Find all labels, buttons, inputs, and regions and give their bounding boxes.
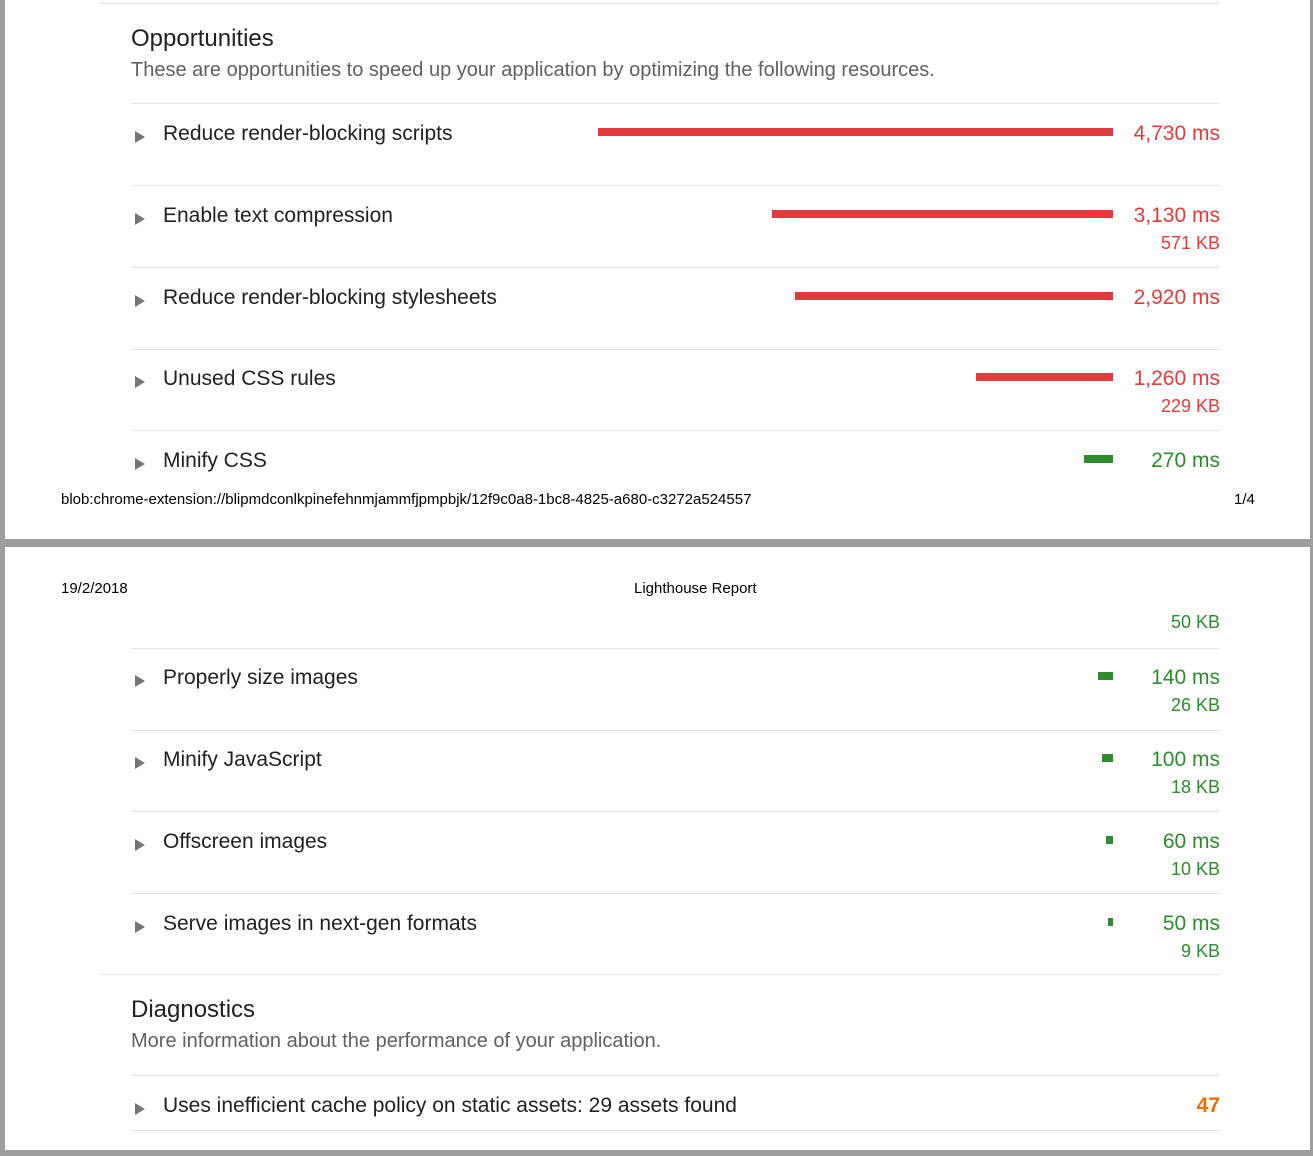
- print-page-number: 1/4: [1234, 491, 1255, 508]
- savings-kb: 18 KB: [1170, 777, 1220, 797]
- opportunity-row[interactable]: Reduce render-blocking stylesheets 2,920…: [131, 286, 1220, 348]
- opportunity-title: Minify JavaScript: [163, 748, 322, 771]
- savings-ms: 50 ms: [1162, 912, 1220, 935]
- print-page-2: 19/2/2018 Lighthouse Report 50 KB Proper…: [5, 547, 1310, 1150]
- divider: [131, 893, 1220, 894]
- divider: [131, 267, 1220, 268]
- opportunity-title: Enable text compression: [163, 204, 393, 227]
- savings-kb: 10 KB: [1170, 859, 1220, 879]
- divider: [131, 103, 1220, 104]
- expand-arrow-icon[interactable]: [135, 921, 145, 933]
- divider: [99, 974, 1220, 975]
- diagnostic-title: Uses inefficient cache policy on static …: [163, 1094, 737, 1117]
- opportunity-row[interactable]: Reduce render-blocking scripts 4,730 ms: [131, 122, 1220, 184]
- divider: [131, 1075, 1220, 1076]
- divider: [99, 3, 1220, 4]
- print-page-1: Opportunities These are opportunities to…: [5, 0, 1310, 539]
- savings-ms: 140 ms: [1151, 666, 1220, 689]
- print-header-title: Lighthouse Report: [634, 580, 757, 597]
- expand-arrow-icon[interactable]: [135, 295, 145, 307]
- print-header-date: 19/2/2018: [61, 580, 128, 597]
- opportunities-title: Opportunities: [131, 25, 274, 52]
- expand-arrow-icon[interactable]: [135, 131, 145, 143]
- diagnostic-value: 47: [1196, 1094, 1220, 1117]
- divider: [131, 730, 1220, 731]
- opportunity-title: Reduce render-blocking stylesheets: [163, 286, 497, 309]
- divider: [131, 1130, 1220, 1131]
- expand-arrow-icon[interactable]: [135, 213, 145, 225]
- expand-arrow-icon[interactable]: [135, 458, 145, 470]
- expand-arrow-icon[interactable]: [135, 1103, 145, 1115]
- savings-bar: [1106, 836, 1113, 844]
- savings-ms: 3,130 ms: [1133, 204, 1220, 227]
- divider: [131, 185, 1220, 186]
- opportunities-description: These are opportunities to speed up your…: [131, 59, 935, 81]
- opportunity-row[interactable]: Properly size images 140 ms 26 KB: [131, 666, 1220, 728]
- savings-kb: 229 KB: [1160, 396, 1220, 416]
- print-footer-url: blob:chrome-extension://blipmdconlkpinef…: [61, 491, 752, 508]
- diagnostic-row[interactable]: Uses inefficient cache policy on static …: [131, 1094, 1220, 1156]
- savings-ms: 4,730 ms: [1133, 122, 1220, 145]
- savings-bar: [1108, 918, 1113, 926]
- savings-ms: 60 ms: [1162, 830, 1220, 853]
- divider: [131, 349, 1220, 350]
- opportunity-title: Reduce render-blocking scripts: [163, 122, 453, 145]
- opportunity-title: Properly size images: [163, 666, 358, 689]
- savings-kb: 26 KB: [1170, 695, 1220, 715]
- divider: [131, 648, 1220, 649]
- savings-bar: [1084, 455, 1113, 463]
- expand-arrow-icon[interactable]: [135, 839, 145, 851]
- divider: [131, 811, 1220, 812]
- divider: [131, 430, 1220, 431]
- diagnostics-title: Diagnostics: [131, 996, 256, 1023]
- savings-ms: 270 ms: [1151, 449, 1220, 472]
- opportunity-title: Serve images in next-gen formats: [163, 912, 477, 935]
- expand-arrow-icon[interactable]: [135, 675, 145, 687]
- savings-kb: 9 KB: [1180, 941, 1220, 961]
- savings-kb: 50 KB: [1170, 612, 1220, 632]
- expand-arrow-icon[interactable]: [135, 376, 145, 388]
- expand-arrow-icon[interactable]: [135, 757, 145, 769]
- savings-ms: 100 ms: [1151, 748, 1220, 771]
- savings-bar: [795, 292, 1113, 300]
- opportunity-title: Minify CSS: [163, 449, 267, 472]
- opportunity-row[interactable]: Offscreen images 60 ms 10 KB: [131, 830, 1220, 892]
- savings-bar: [976, 373, 1113, 381]
- savings-bar: [1098, 672, 1113, 680]
- savings-bar: [772, 210, 1113, 218]
- opportunity-row[interactable]: Serve images in next-gen formats 50 ms 9…: [131, 912, 1220, 974]
- savings-bar: [598, 128, 1113, 136]
- opportunity-row[interactable]: Unused CSS rules 1,260 ms 229 KB: [131, 367, 1220, 429]
- opportunity-row[interactable]: Minify JavaScript 100 ms 18 KB: [131, 748, 1220, 810]
- opportunity-row[interactable]: Enable text compression 3,130 ms 571 KB: [131, 204, 1220, 266]
- savings-bar: [1102, 754, 1113, 762]
- opportunity-title: Unused CSS rules: [163, 367, 336, 390]
- opportunity-title: Offscreen images: [163, 830, 328, 853]
- diagnostics-description: More information about the performance o…: [131, 1030, 662, 1052]
- savings-ms: 2,920 ms: [1133, 286, 1220, 309]
- savings-kb: 571 KB: [1160, 233, 1220, 253]
- savings-ms: 1,260 ms: [1133, 367, 1220, 390]
